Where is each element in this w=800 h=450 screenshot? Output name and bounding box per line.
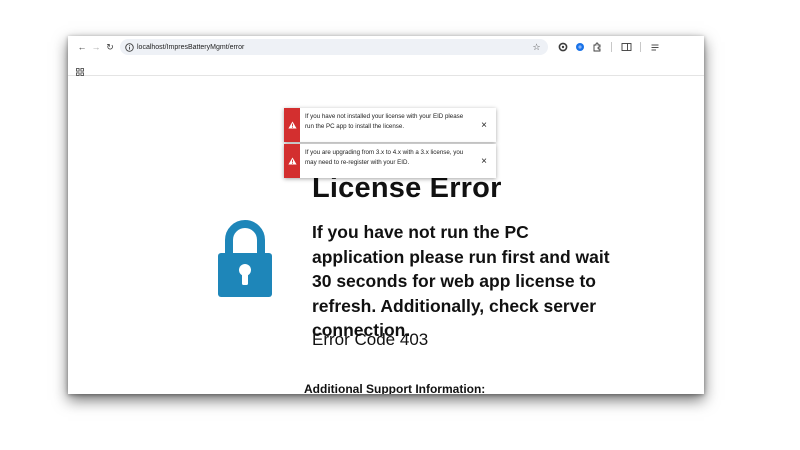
apps-grid-icon[interactable] [76, 63, 84, 76]
toolbar-divider [640, 42, 641, 52]
url-text[interactable]: localhost/ImpresBatteryMgmt/error [137, 44, 244, 51]
browser-toolbar: ← → ↻ localhost/ImpresBatteryMgmt/error … [68, 36, 704, 58]
warning-icon [287, 152, 297, 170]
close-icon[interactable]: × [472, 144, 496, 178]
arrow-left-icon: ← [77, 41, 87, 52]
extension-blue-dot-icon[interactable] [573, 40, 587, 54]
toast-accent [284, 108, 300, 142]
browser-window: ← → ↻ localhost/ImpresBatteryMgmt/error … [68, 36, 704, 394]
reload-icon: ↻ [106, 41, 114, 52]
arrow-right-icon: → [91, 41, 101, 52]
puzzle-icon[interactable] [590, 40, 604, 54]
toast-notification: If you are upgrading from 3.x to 4.x wit… [284, 144, 496, 178]
toast-message: If you are upgrading from 3.x to 4.x wit… [305, 149, 464, 166]
reload-button[interactable]: ↻ [104, 40, 116, 54]
star-icon[interactable]: ☆ [531, 41, 542, 53]
bookmarks-bar [68, 58, 704, 76]
extensions-area [556, 40, 662, 54]
toast-message: If you have not installed your license w… [305, 113, 464, 130]
page-content: License Error If you have not run the PC… [68, 76, 704, 394]
error-code: Error Code 403 [312, 330, 429, 349]
close-icon[interactable]: × [472, 108, 496, 142]
forward-button[interactable]: → [90, 40, 102, 54]
toast-notification: If you have not installed your license w… [284, 108, 496, 142]
toast-accent [284, 144, 300, 178]
lock-icon [218, 218, 272, 297]
menu-icon[interactable] [648, 40, 662, 54]
support-heading: Additional Support Information: [304, 382, 486, 394]
sidebar-icon[interactable] [619, 40, 633, 54]
extension-gear-icon[interactable] [556, 40, 570, 54]
back-button[interactable]: ← [76, 40, 88, 54]
warning-icon [287, 116, 297, 134]
toolbar-divider [611, 42, 612, 52]
address-bar[interactable]: localhost/ImpresBatteryMgmt/error ☆ [120, 39, 548, 55]
error-message: If you have not run the PC application p… [312, 222, 610, 340]
info-icon[interactable] [124, 42, 134, 52]
